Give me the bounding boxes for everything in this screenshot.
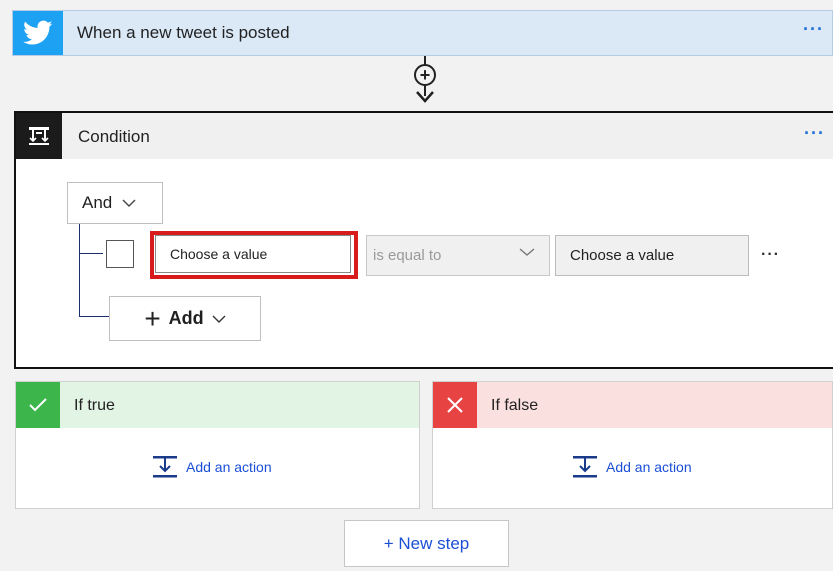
condition-menu-button[interactable]: ··· (804, 123, 825, 144)
add-action-button[interactable]: Add an action (572, 455, 692, 479)
condition-title: Condition (78, 127, 150, 146)
if-true-title: If true (74, 397, 115, 414)
condition-icon (16, 113, 62, 159)
operator-value: is equal to (373, 247, 442, 264)
highlight-box (150, 231, 358, 279)
row-checkbox[interactable] (106, 240, 134, 268)
plus-icon: + (144, 302, 161, 334)
condition-card: Condition ··· And Choose a value is equa… (14, 111, 833, 369)
if-false-title: If false (491, 397, 539, 414)
add-label: Add (168, 308, 204, 328)
arrow-down-icon (416, 91, 434, 103)
plus-icon: + (419, 65, 431, 85)
if-false-branch: If false Add an action (432, 381, 833, 509)
condition-header[interactable]: Condition ··· (16, 113, 833, 159)
group-operator-dropdown[interactable]: And (67, 182, 163, 224)
insert-step-button[interactable]: + (414, 64, 436, 86)
tree-line (79, 224, 80, 316)
tree-branch-line (79, 316, 109, 317)
add-action-button[interactable]: Add an action (152, 455, 272, 479)
add-action-icon (153, 456, 177, 478)
if-true-branch: If true Add an action (15, 381, 420, 509)
chevron-down-icon (212, 315, 226, 323)
right-value-input[interactable]: Choose a value (555, 235, 749, 276)
add-action-icon (573, 456, 597, 478)
if-true-header: If true (16, 382, 419, 428)
right-value-placeholder: Choose a value (570, 247, 675, 264)
twitter-icon (13, 11, 63, 55)
trigger-title: When a new tweet is posted (77, 23, 290, 42)
operator-dropdown[interactable]: is equal to (366, 235, 550, 276)
close-icon (433, 382, 477, 428)
add-condition-button[interactable]: + Add (109, 296, 261, 341)
chevron-down-icon (519, 248, 535, 256)
add-action-label: Add an action (186, 459, 272, 475)
tree-branch-line (79, 253, 103, 254)
new-step-label: + New step (383, 533, 470, 553)
if-false-header: If false (433, 382, 832, 428)
trigger-menu-button[interactable]: ··· (803, 19, 824, 40)
new-step-button[interactable]: + New step (344, 520, 509, 567)
group-operator-value: And (82, 193, 113, 212)
chevron-down-icon (122, 199, 136, 207)
checkmark-icon (16, 382, 60, 428)
add-action-label: Add an action (606, 459, 692, 475)
trigger-card[interactable]: When a new tweet is posted ··· (12, 10, 833, 56)
row-menu-button[interactable]: ··· (761, 246, 780, 264)
